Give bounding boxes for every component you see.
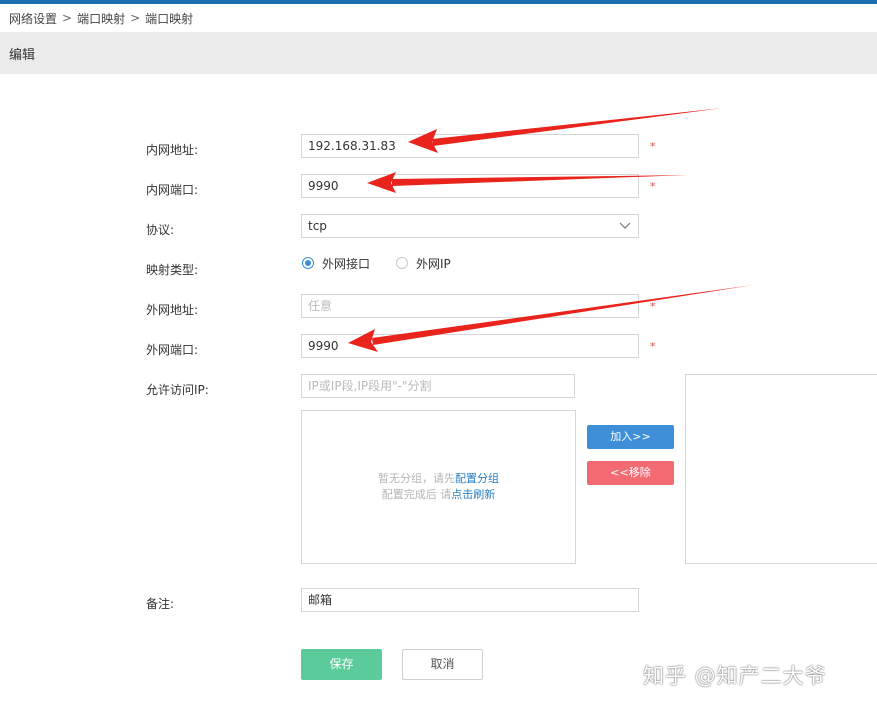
watermark: 知乎 @知产二大爷 [643, 664, 827, 688]
section-title-bar: 编辑 [0, 32, 877, 74]
breadcrumb-separator: > [62, 11, 73, 25]
allowed-ip-input[interactable]: IP或IP段,IP段用"-"分割 [301, 374, 575, 398]
refresh-hint-text: 配置完成后 请 [381, 488, 452, 501]
section-title: 编辑 [9, 48, 36, 63]
remove-button[interactable]: <<移除 [587, 461, 674, 485]
breadcrumb: 网络设置 > 端口映射 > 端口映射 [9, 10, 193, 26]
configure-group-link[interactable]: 配置分组 [455, 472, 499, 485]
note-input[interactable]: 邮箱 [301, 588, 639, 612]
required-mark: * [650, 300, 656, 313]
refresh-message: 配置完成后 请点击刷新 [302, 487, 575, 503]
chevron-down-icon[interactable] [618, 219, 632, 233]
protocol-select[interactable]: tcp [301, 214, 639, 238]
required-mark: * [650, 340, 656, 353]
top-accent-bar [0, 0, 877, 4]
mapping-type-label: 映射类型: [146, 263, 199, 277]
required-mark: * [650, 140, 656, 153]
refresh-link[interactable]: 点击刷新 [451, 488, 495, 501]
save-button[interactable]: 保存 [301, 649, 382, 680]
external-port-input[interactable]: 9990 [301, 334, 639, 358]
breadcrumb-item-network-settings[interactable]: 网络设置 [9, 10, 57, 27]
cancel-button[interactable]: 取消 [402, 649, 483, 680]
internal-address-label: 内网地址: [146, 143, 199, 157]
protocol-selected-value: tcp [308, 219, 327, 233]
breadcrumb-item-current: 端口映射 [145, 11, 194, 26]
add-button[interactable]: 加入>> [587, 425, 674, 449]
available-group-list[interactable]: 暂无分组，请先配置分组 配置完成后 请点击刷新 [301, 410, 576, 564]
internal-port-label: 内网端口: [146, 183, 199, 197]
breadcrumb-separator: > [130, 11, 141, 25]
internal-address-input[interactable]: 192.168.31.83 [301, 134, 639, 158]
radio-external-interface-label[interactable]: 外网接口 [322, 255, 370, 272]
external-port-label: 外网端口: [146, 343, 199, 357]
external-address-label: 外网地址: [146, 303, 199, 317]
radio-external-ip[interactable] [396, 257, 408, 269]
selected-ip-list[interactable] [685, 374, 877, 564]
radio-external-interface[interactable] [302, 257, 314, 269]
note-label: 备注: [146, 597, 175, 611]
protocol-label: 协议: [146, 223, 175, 237]
internal-port-input[interactable]: 9990 [301, 174, 639, 198]
empty-group-text: 暂无分组，请先 [378, 472, 455, 485]
empty-group-message: 暂无分组，请先配置分组 [302, 471, 575, 487]
external-address-input[interactable]: 任意 [301, 294, 639, 318]
breadcrumb-item-port-mapping[interactable]: 端口映射 [77, 10, 125, 27]
allowed-ip-label: 允许访问IP: [146, 383, 209, 397]
radio-external-ip-label[interactable]: 外网IP [416, 255, 451, 272]
required-mark: * [650, 180, 656, 193]
